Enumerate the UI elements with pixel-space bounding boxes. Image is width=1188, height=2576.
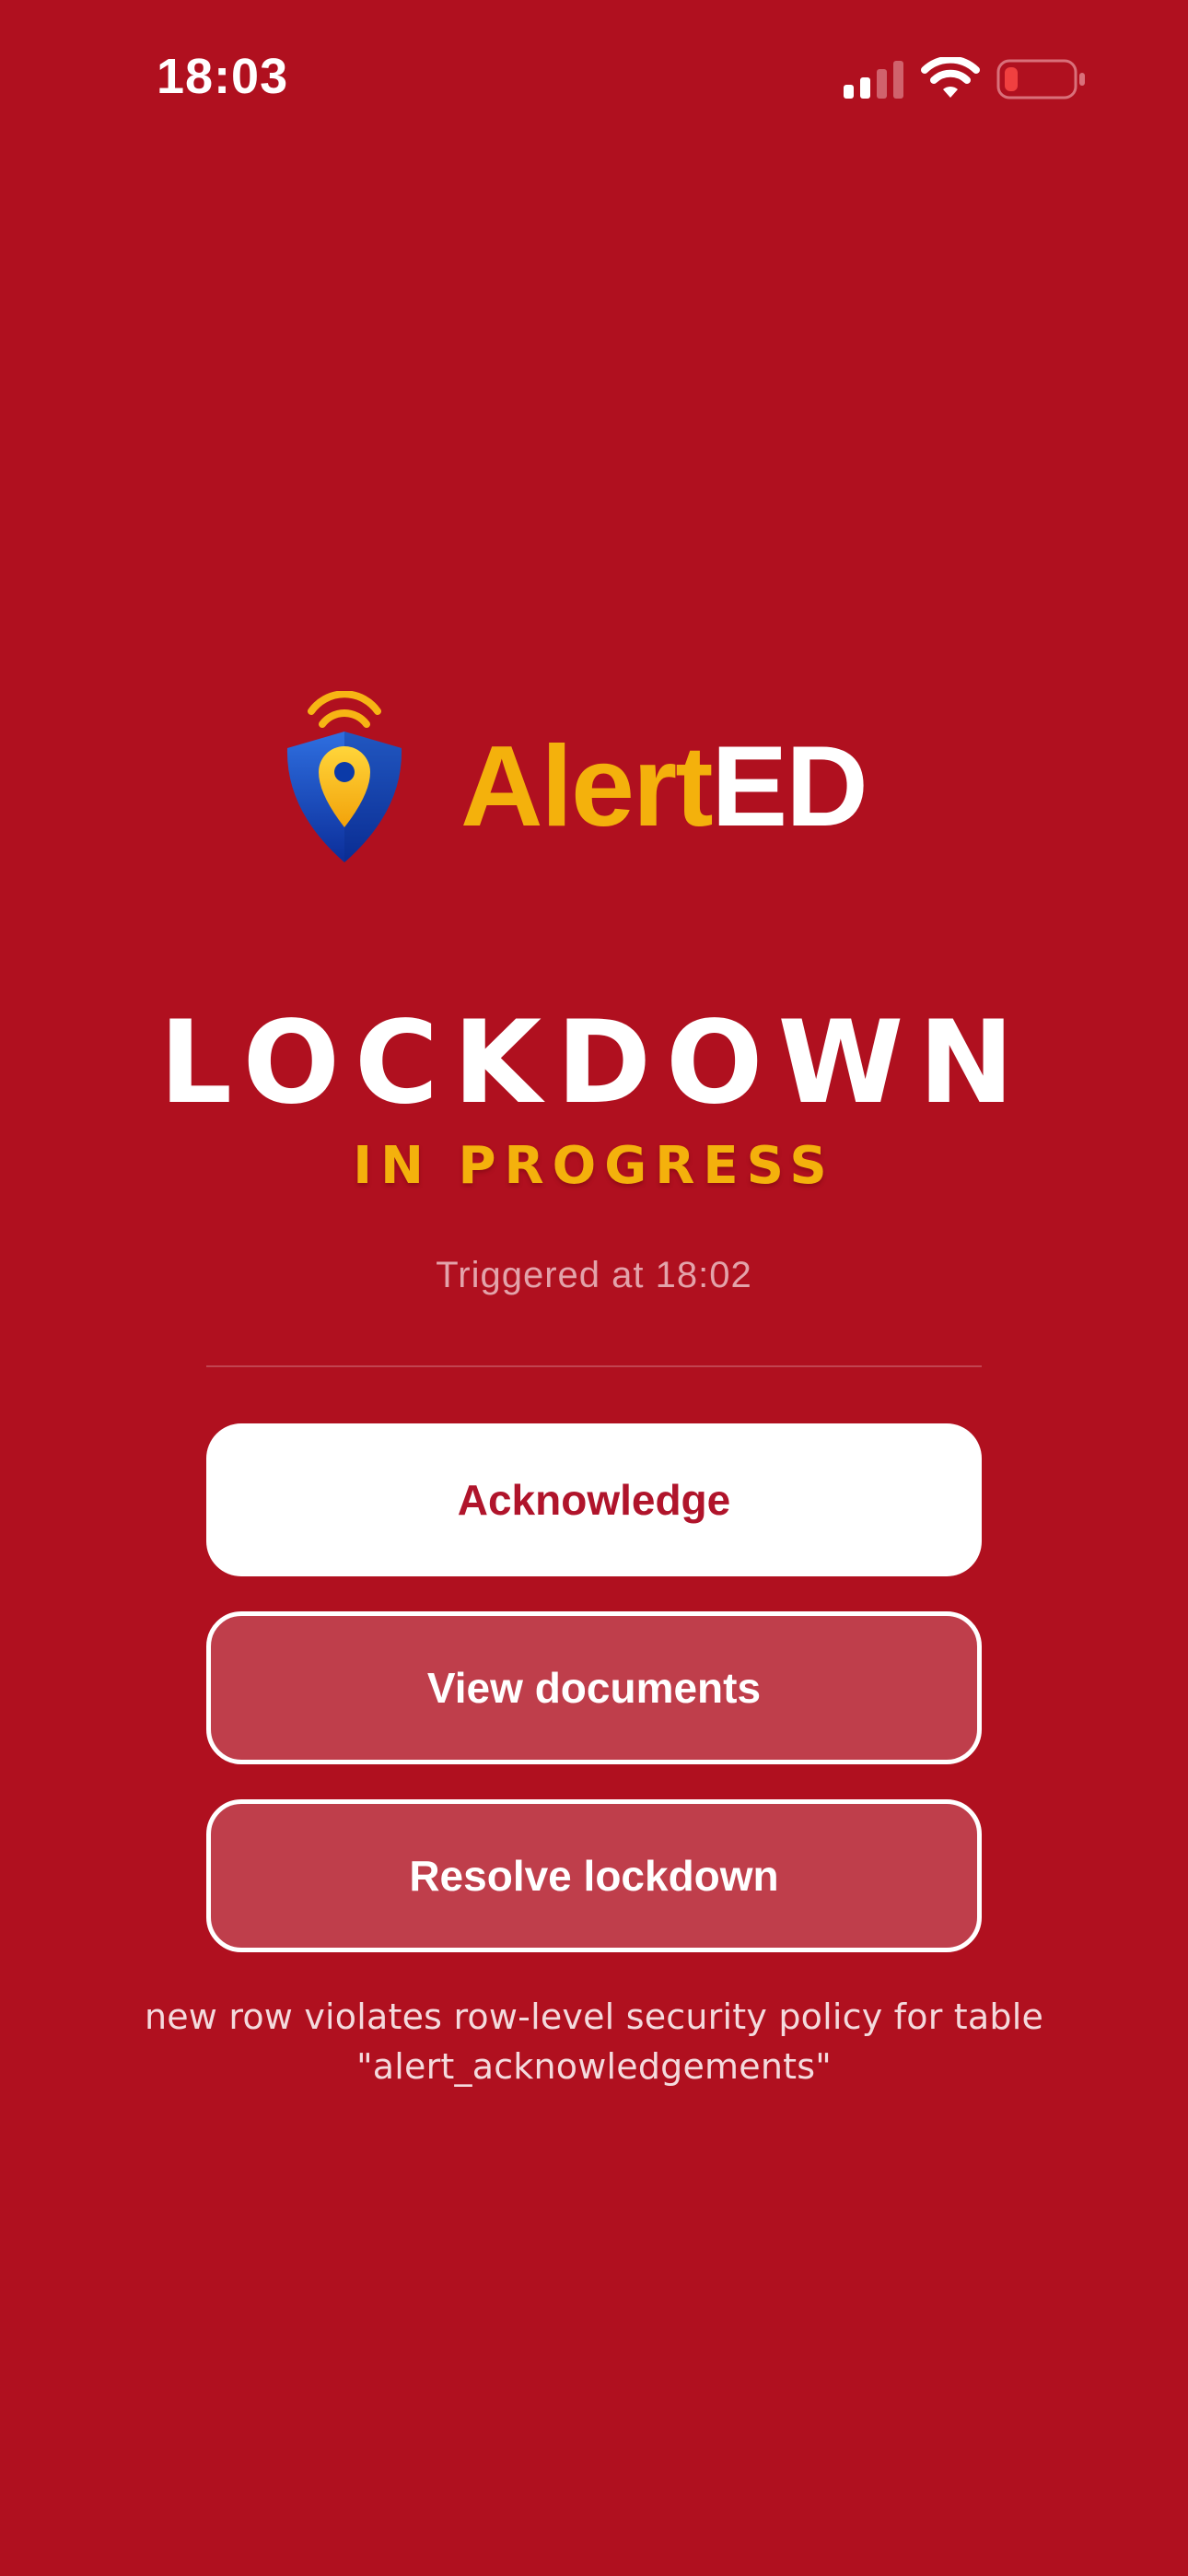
alert-subtitle: IN PROGRESS <box>353 1136 835 1196</box>
wordmark-ed: ED <box>711 723 868 850</box>
error-message: new row violates row-level security poli… <box>144 1996 1044 2087</box>
resolve-lockdown-button[interactable]: Resolve lockdown <box>206 1799 982 1952</box>
signal-icon <box>844 61 903 99</box>
resolve-lockdown-button-label: Resolve lockdown <box>409 1852 779 1900</box>
triggered-time: Triggered at 18:02 <box>436 1255 752 1295</box>
status-time: 18:03 <box>157 49 289 104</box>
view-documents-button[interactable]: View documents <box>206 1611 982 1764</box>
shield-location-pin-icon <box>286 691 402 862</box>
app-logo: AlertED <box>0 691 1188 875</box>
acknowledge-button[interactable]: Acknowledge <box>206 1423 982 1576</box>
alert-title: LOCKDOWN <box>159 997 1029 1130</box>
wifi-icon <box>921 57 980 98</box>
view-documents-button-label: View documents <box>426 1664 762 1712</box>
acknowledge-button-label: Acknowledge <box>457 1476 731 1524</box>
wordmark-alert: Alert <box>460 723 714 850</box>
divider <box>206 1365 982 1367</box>
app-wordmark: AlertED <box>460 730 868 844</box>
battery-low-icon <box>996 59 1085 100</box>
status-bar: 18:03 <box>0 0 1188 157</box>
